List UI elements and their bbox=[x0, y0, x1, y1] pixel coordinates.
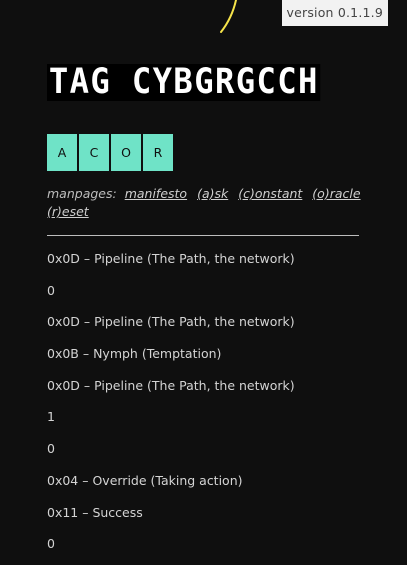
command-buttons: A C O R bbox=[47, 134, 173, 171]
log-line: 0x11 – Success bbox=[47, 504, 143, 520]
ask-button[interactable]: A bbox=[47, 134, 77, 171]
log-line: 0 bbox=[47, 536, 55, 552]
divider bbox=[47, 235, 359, 236]
constant-button[interactable]: C bbox=[79, 134, 109, 171]
title-text: TAG CYBGRGCCH bbox=[47, 62, 321, 102]
manpages-label: manpages: bbox=[47, 186, 117, 201]
output-log: 0x0D – Pipeline (The Path, the network) … bbox=[47, 250, 377, 565]
log-line: 1 bbox=[47, 409, 55, 425]
oracle-button[interactable]: O bbox=[111, 134, 141, 171]
ask-link[interactable]: (a)sk bbox=[197, 186, 228, 201]
log-line: 0 bbox=[47, 282, 55, 298]
log-line: 0x04 – Override (Taking action) bbox=[47, 472, 243, 488]
oracle-link[interactable]: (o)racle bbox=[312, 186, 360, 201]
log-line: 0x0B – Nymph (Temptation) bbox=[47, 346, 222, 362]
constant-link[interactable]: (c)onstant bbox=[238, 186, 302, 201]
version-badge: version 0.1.1.9 bbox=[281, 0, 388, 26]
manifesto-link[interactable]: manifesto bbox=[125, 186, 187, 201]
reset-link[interactable]: (r)eset bbox=[47, 204, 89, 219]
manpages: manpages: manifesto (a)sk (c)onstant (o)… bbox=[47, 185, 367, 221]
log-line: 0x0D – Pipeline (The Path, the network) bbox=[47, 377, 295, 393]
page-title: TAG CYBGRGCCH bbox=[47, 64, 344, 101]
log-line: 0x0D – Pipeline (The Path, the network) bbox=[47, 251, 295, 266]
log-line: 0x0D – Pipeline (The Path, the network) bbox=[47, 314, 295, 330]
log-line: 0 bbox=[47, 441, 55, 457]
page: version 0.1.1.9 TAG CYBGRGCCH A C O R ma… bbox=[0, 0, 407, 565]
reset-button[interactable]: R bbox=[143, 134, 173, 171]
